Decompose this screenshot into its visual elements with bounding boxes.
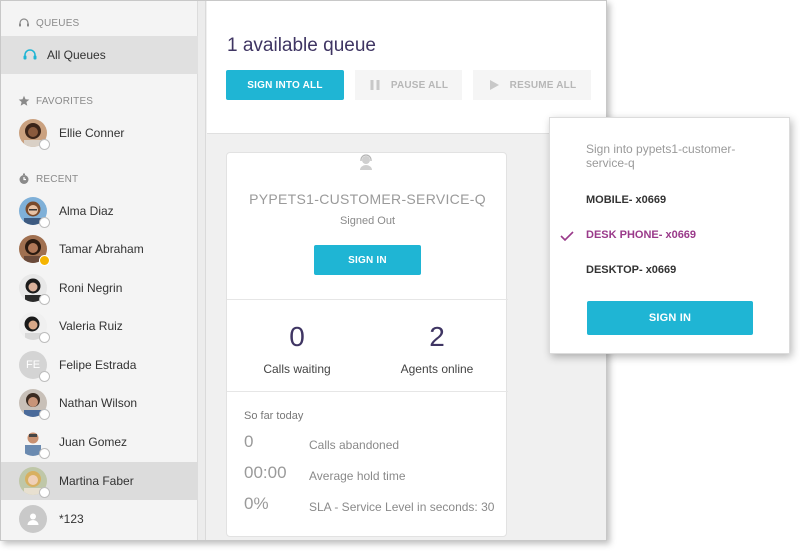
avatar-initials: FE xyxy=(25,359,41,371)
recent-contact[interactable]: *123 xyxy=(1,500,198,538)
avatar xyxy=(19,197,50,228)
calls-abandoned-label: Calls abandoned xyxy=(309,438,400,452)
sidebar-item-label: All Queues xyxy=(47,48,106,62)
main-header: 1 available queue SIGN INTO ALL PAUSE AL… xyxy=(207,1,606,134)
device-option-desk-phone[interactable]: DESK PHONE- x0669 xyxy=(586,229,696,241)
clock-icon xyxy=(17,173,30,186)
sidebar-item-all-queues[interactable]: All Queues xyxy=(1,36,198,74)
divider xyxy=(227,299,508,300)
resume-all-button[interactable]: RESUME ALL xyxy=(473,70,591,100)
favorites-header-label: FAVORITES xyxy=(36,95,94,107)
avatar xyxy=(19,119,50,150)
pause-icon xyxy=(369,79,381,91)
app-window: QUEUES All Queues FAVORITES Ellie Conner xyxy=(0,0,607,541)
headset-icon xyxy=(19,47,41,63)
queues-section-header: QUEUES xyxy=(17,16,79,30)
queue-status: Signed Out xyxy=(339,215,396,227)
favorite-contact[interactable]: Ellie Conner xyxy=(1,114,198,152)
queues-header-label: QUEUES xyxy=(36,17,80,29)
calls-waiting-value: 0 xyxy=(289,321,305,352)
favorites-section-header: FAVORITES xyxy=(17,94,93,108)
status-indicator xyxy=(39,294,50,305)
pause-all-label: PAUSE ALL xyxy=(390,79,449,91)
status-indicator xyxy=(39,448,50,459)
main-panel: 1 available queue SIGN INTO ALL PAUSE AL… xyxy=(207,1,606,540)
recent-header-label: RECENT xyxy=(36,173,79,185)
recent-contact[interactable]: Valeria Ruiz xyxy=(1,307,198,345)
avatar xyxy=(19,274,50,305)
status-indicator xyxy=(39,371,50,382)
today-title: So far today xyxy=(244,410,304,422)
recent-contact[interactable]: Alma Diaz xyxy=(1,192,198,230)
sidebar-splitter[interactable] xyxy=(198,1,206,540)
calls-abandoned-value: 0 xyxy=(244,432,254,451)
recent-contact[interactable]: FE Felipe Estrada xyxy=(1,346,198,384)
status-indicator xyxy=(39,139,50,150)
status-indicator xyxy=(39,487,50,498)
recent-contact[interactable]: Juan Gomez xyxy=(1,423,198,461)
contact-name: Valeria Ruiz xyxy=(59,319,123,333)
sla-label: SLA - Service Level in seconds: 30 xyxy=(309,500,495,514)
person-icon xyxy=(27,513,39,525)
average-hold-time-label: Average hold time xyxy=(309,469,406,483)
contact-name: Felipe Estrada xyxy=(59,358,137,372)
star-icon xyxy=(17,95,30,108)
agent-icon xyxy=(357,153,375,171)
contact-name: Nathan Wilson xyxy=(59,396,138,410)
recent-contact[interactable]: Tamar Abraham xyxy=(1,230,198,268)
avatar xyxy=(19,467,50,498)
contact-name: Roni Negrin xyxy=(59,281,123,295)
avatar xyxy=(19,389,50,420)
device-option-desktop[interactable]: DESKTOP- x0669 xyxy=(586,264,676,276)
agents-online-value: 2 xyxy=(429,321,445,352)
check-icon xyxy=(560,228,574,246)
popup-title: Sign into pypets1-customer-service-q xyxy=(586,142,736,170)
contact-name: *123 xyxy=(59,512,84,526)
page-title: 1 available queue xyxy=(227,35,376,56)
avatar: FE xyxy=(19,351,50,382)
resume-all-label: RESUME ALL xyxy=(509,79,577,91)
away-status-icon xyxy=(39,255,50,266)
status-indicator xyxy=(39,217,50,228)
recent-contact[interactable]: Roni Negrin xyxy=(1,269,198,307)
popup-sign-in-button[interactable]: SIGN IN xyxy=(587,301,753,335)
headset-icon xyxy=(17,17,30,30)
queue-name: PYPETS1-CUSTOMER-SERVICE-Q xyxy=(249,191,486,207)
contact-name: Tamar Abraham xyxy=(59,242,144,256)
sidebar: QUEUES All Queues FAVORITES Ellie Conner xyxy=(1,1,198,540)
queue-card: PYPETS1-CUSTOMER-SERVICE-Q Signed Out SI… xyxy=(226,152,508,537)
recent-contact[interactable]: Martina Faber xyxy=(1,462,198,500)
average-hold-time-value: 00:00 xyxy=(244,463,287,482)
calls-waiting-label: Calls waiting xyxy=(263,362,331,376)
avatar xyxy=(19,235,50,266)
avatar xyxy=(19,428,50,459)
sign-in-popup: Sign into pypets1-customer-service-q MOB… xyxy=(549,117,790,354)
agents-online-label: Agents online xyxy=(400,362,474,376)
avatar xyxy=(19,505,47,533)
contact-name: Martina Faber xyxy=(59,474,134,488)
status-indicator xyxy=(39,409,50,420)
pause-all-button[interactable]: PAUSE ALL xyxy=(355,70,462,100)
divider xyxy=(227,391,508,392)
device-option-mobile[interactable]: MOBILE- x0669 xyxy=(586,194,666,206)
play-icon xyxy=(488,79,500,91)
sign-in-button[interactable]: SIGN IN xyxy=(314,245,421,275)
recent-section-header: RECENT xyxy=(17,172,78,186)
recent-contact[interactable]: Nathan Wilson xyxy=(1,384,198,422)
sla-value: 0% xyxy=(244,494,269,513)
avatar xyxy=(19,312,50,343)
contact-name: Alma Diaz xyxy=(59,204,114,218)
sign-into-all-button[interactable]: SIGN INTO ALL xyxy=(226,70,344,100)
contact-name: Juan Gomez xyxy=(59,435,128,449)
status-indicator xyxy=(39,332,50,343)
contact-name: Ellie Conner xyxy=(59,126,125,140)
